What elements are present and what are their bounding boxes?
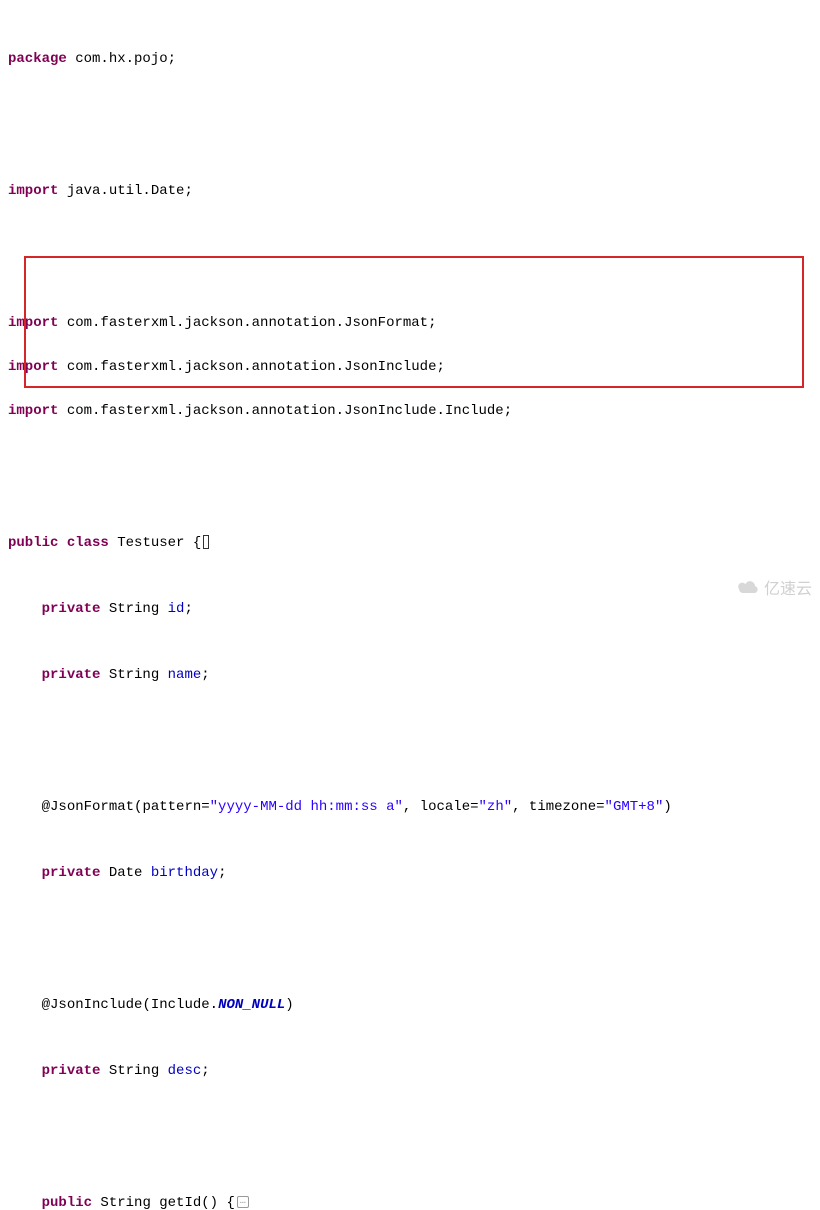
keyword-public: public bbox=[42, 1195, 92, 1210]
const-non-null: NON_NULL bbox=[218, 997, 285, 1013]
field-id: id bbox=[168, 601, 185, 617]
fold-icon[interactable]: … bbox=[237, 1196, 249, 1208]
annotation-jsonformat: @JsonFormat bbox=[42, 799, 134, 815]
method-getId: String getId() { bbox=[92, 1195, 235, 1210]
blank-line bbox=[6, 1126, 820, 1148]
code-line: @JsonFormat(pattern="yyyy-MM-dd hh:mm:ss… bbox=[6, 796, 820, 818]
keyword-package: package bbox=[8, 51, 67, 67]
brace: { bbox=[193, 535, 201, 551]
keyword-private: private bbox=[42, 667, 101, 683]
keyword-public: public bbox=[8, 535, 58, 551]
keyword-private: private bbox=[42, 865, 101, 881]
code-line: import com.fasterxml.jackson.annotation.… bbox=[6, 312, 820, 334]
code-line: private String desc; bbox=[6, 1060, 820, 1082]
annotation-jsoninclude: @JsonInclude bbox=[42, 997, 143, 1013]
import-target: java.util.Date; bbox=[58, 183, 192, 199]
text-cursor bbox=[203, 535, 209, 549]
package-path: com.hx.pojo; bbox=[67, 51, 176, 67]
str-timezone: "GMT+8" bbox=[605, 799, 664, 815]
code-line: import java.util.Date; bbox=[6, 180, 820, 202]
code-line: private Date birthday; bbox=[6, 862, 820, 884]
type-date: Date bbox=[100, 865, 150, 881]
class-name: Testuser bbox=[109, 535, 193, 551]
type-string: String bbox=[100, 1063, 167, 1079]
keyword-class: class bbox=[67, 535, 109, 551]
field-desc: desc bbox=[168, 1063, 202, 1079]
code-line: package com.hx.pojo; bbox=[6, 48, 820, 70]
code-line: private String name; bbox=[6, 664, 820, 686]
type-string: String bbox=[100, 601, 167, 617]
blank-line bbox=[6, 730, 820, 752]
attr-timezone: , timezone= bbox=[512, 799, 604, 815]
attr-locale: , locale= bbox=[403, 799, 479, 815]
code-editor[interactable]: package com.hx.pojo; import java.util.Da… bbox=[0, 0, 820, 1210]
keyword-import: import bbox=[8, 403, 58, 419]
keyword-import: import bbox=[8, 183, 58, 199]
keyword-private: private bbox=[42, 601, 101, 617]
blank-line bbox=[6, 246, 820, 268]
code-line: @JsonInclude(Include.NON_NULL) bbox=[6, 994, 820, 1016]
blank-line bbox=[6, 928, 820, 950]
code-line: import com.fasterxml.jackson.annotation.… bbox=[6, 356, 820, 378]
import-target: com.fasterxml.jackson.annotation.JsonInc… bbox=[58, 403, 512, 419]
blank-line bbox=[6, 466, 820, 488]
field-birthday: birthday bbox=[151, 865, 218, 881]
field-name: name bbox=[168, 667, 202, 683]
keyword-private: private bbox=[42, 1063, 101, 1079]
blank-line bbox=[6, 114, 820, 136]
code-line: import com.fasterxml.jackson.annotation.… bbox=[6, 400, 820, 422]
keyword-import: import bbox=[8, 359, 58, 375]
type-string: String bbox=[100, 667, 167, 683]
import-target: com.fasterxml.jackson.annotation.JsonFor… bbox=[58, 315, 436, 331]
keyword-import: import bbox=[8, 315, 58, 331]
code-line: private String id; bbox=[6, 598, 820, 620]
str-locale: "zh" bbox=[479, 799, 513, 815]
import-target: com.fasterxml.jackson.annotation.JsonInc… bbox=[58, 359, 444, 375]
attr-pattern: pattern= bbox=[142, 799, 209, 815]
str-pattern: "yyyy-MM-dd hh:mm:ss a" bbox=[210, 799, 403, 815]
code-line: public class Testuser { bbox=[6, 532, 820, 554]
code-line: public String getId() {… bbox=[6, 1192, 820, 1210]
